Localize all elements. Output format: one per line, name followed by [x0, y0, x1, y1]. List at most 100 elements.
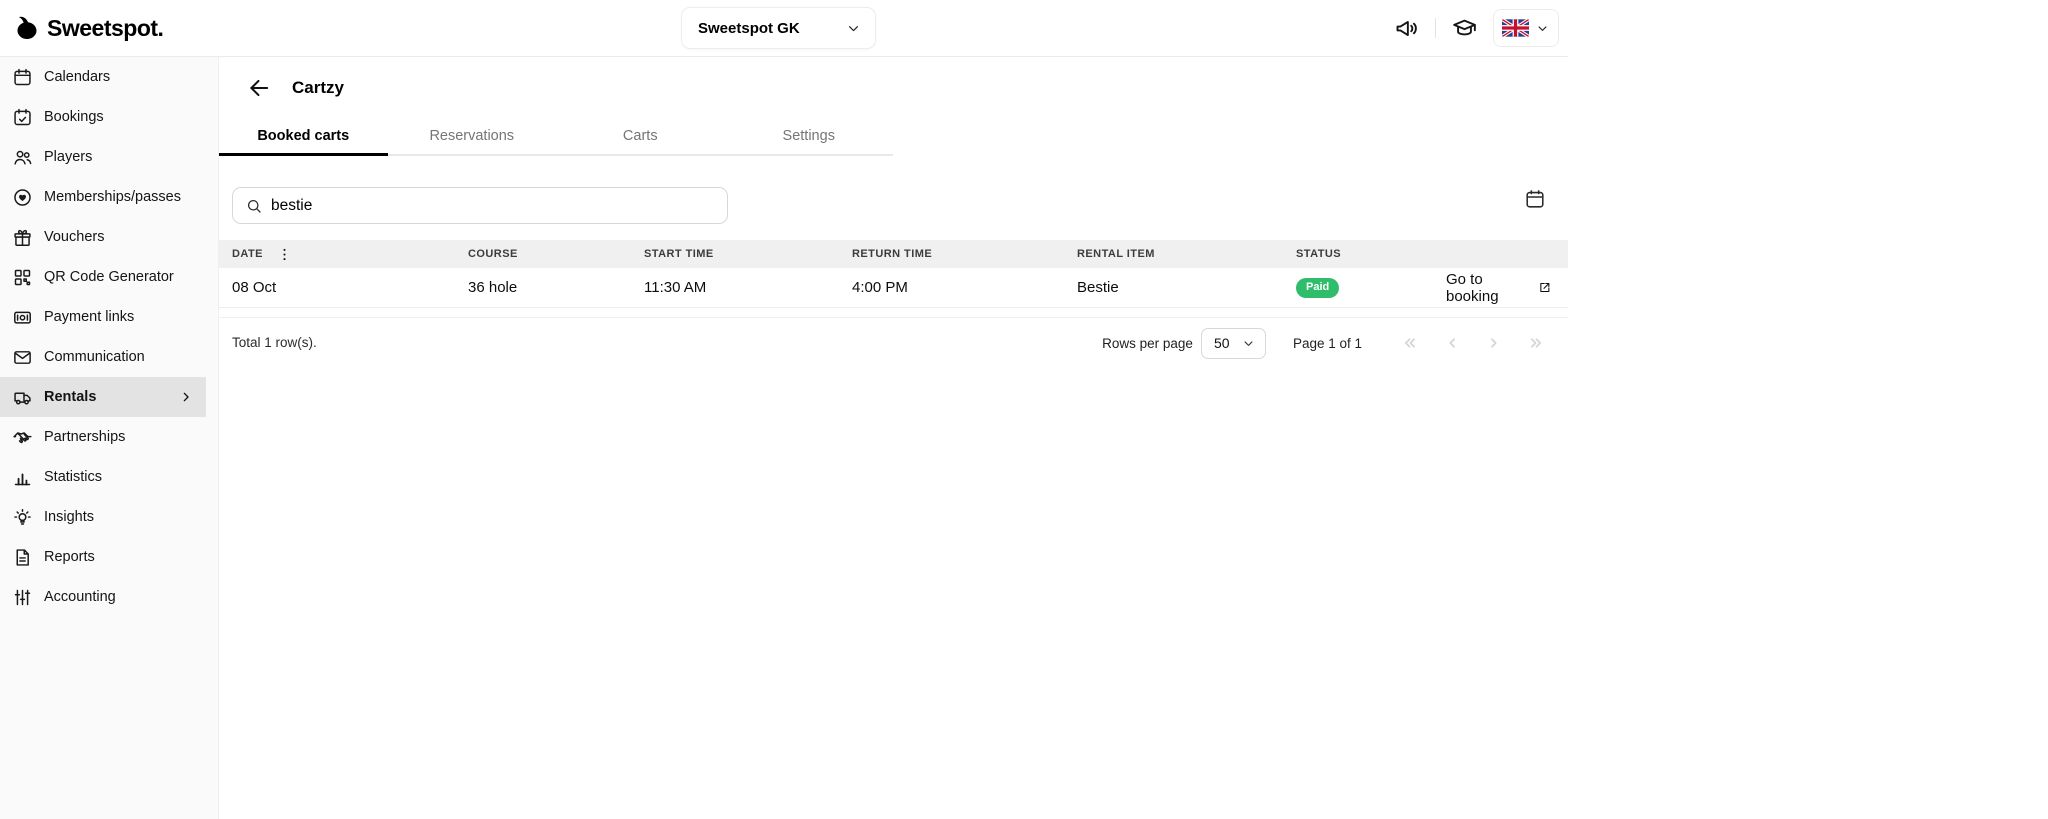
- sidebar-item-label: Calendars: [44, 69, 110, 85]
- learning-graduation-cap-icon[interactable]: [1451, 15, 1478, 42]
- go-to-booking-label: Go to booking: [1446, 271, 1531, 305]
- announcements-megaphone-icon[interactable]: [1393, 15, 1420, 42]
- gift-icon: [12, 227, 33, 248]
- page-title: Cartzy: [292, 78, 344, 98]
- sidebar-item-rentals[interactable]: Rentals: [0, 377, 206, 417]
- report-icon: [12, 547, 33, 568]
- envelope-icon: [12, 347, 33, 368]
- sidebar-item-players[interactable]: Players: [0, 137, 218, 177]
- column-header-label: COURSE: [468, 248, 518, 260]
- app-window: Sweetspot. Sweetspot GK Calendars Booking…: [0, 0, 1568, 819]
- payment-icon: [12, 307, 33, 328]
- first-page-button[interactable]: [1400, 333, 1420, 353]
- topbar: Sweetspot. Sweetspot GK: [0, 0, 1568, 57]
- column-header-rental-item: RENTAL ITEM: [1077, 248, 1296, 260]
- qr-code-icon: [12, 267, 33, 288]
- column-header-date: DATE: [232, 246, 468, 263]
- sweetspot-logo-icon: [12, 13, 42, 43]
- column-header-return-time: RETURN TIME: [852, 248, 1077, 260]
- cell-return-time: 4:00 PM: [852, 279, 1077, 296]
- tab-reservations[interactable]: Reservations: [388, 118, 557, 154]
- chevron-down-icon: [1241, 336, 1256, 351]
- sidebar-item-label: Accounting: [44, 589, 116, 605]
- handshake-icon: [12, 427, 33, 448]
- booked-carts-table: DATECOURSE START TIME RETURN TIME RENTAL IT…: [219, 240, 1568, 318]
- sidebar-item-partnerships[interactable]: Partnerships: [0, 417, 218, 457]
- pager-buttons: [1400, 333, 1546, 353]
- sidebar-item-label: QR Code Generator: [44, 269, 174, 285]
- sidebar-item-label: Partnerships: [44, 429, 125, 445]
- search-input[interactable]: [271, 197, 715, 215]
- uk-flag-icon: [1502, 19, 1529, 37]
- sidebar-item-reports[interactable]: Reports: [0, 537, 218, 577]
- sweetspot-brand[interactable]: Sweetspot.: [12, 0, 163, 56]
- sidebar-item-label: Payment links: [44, 309, 134, 325]
- rows-per-page-value: 50: [1214, 335, 1230, 351]
- table-body: 08 Oct36 hole11:30 AM4:00 PMBestiePaidGo…: [219, 268, 1568, 308]
- sidebar-nav: Calendars Bookings Players Memberships/pass…: [0, 57, 219, 819]
- search-icon: [245, 197, 263, 215]
- cell-course: 36 hole: [468, 279, 644, 296]
- sidebar-item-accounting[interactable]: Accounting: [0, 577, 218, 617]
- sidebar-item-vouchers[interactable]: Vouchers: [0, 217, 218, 257]
- language-selector[interactable]: [1493, 9, 1559, 47]
- membership-icon: [12, 187, 33, 208]
- rows-per-page-label: Rows per page: [1102, 336, 1193, 351]
- total-rows-text: Total 1 row(s).: [232, 335, 317, 350]
- calendar-view-toggle-icon[interactable]: [1524, 188, 1546, 210]
- bar-chart-icon: [12, 467, 33, 488]
- cell-status: Paid: [1296, 277, 1446, 298]
- rows-per-page-select[interactable]: 50: [1201, 328, 1266, 359]
- sidebar-item-label: Vouchers: [44, 229, 104, 245]
- go-to-booking-link[interactable]: Go to booking: [1446, 271, 1552, 305]
- sidebar-item-label: Memberships/passes: [44, 189, 181, 205]
- cell-start-time: 11:30 AM: [644, 279, 852, 296]
- tab-carts[interactable]: Carts: [556, 118, 725, 154]
- search-box: [232, 187, 728, 224]
- lightbulb-icon: [12, 507, 33, 528]
- sidebar-item-qr-code-generator[interactable]: QR Code Generator: [0, 257, 218, 297]
- column-header-label: RETURN TIME: [852, 248, 932, 260]
- next-page-button[interactable]: [1484, 333, 1504, 353]
- table-footer: Total 1 row(s). Rows per page 50 Page 1 …: [219, 325, 1568, 361]
- tab-label: Settings: [783, 128, 835, 144]
- cell-rental-item: Bestie: [1077, 279, 1296, 296]
- calendar-icon: [12, 67, 33, 88]
- page-info-text: Page 1 of 1: [1293, 336, 1362, 351]
- club-selector-dropdown[interactable]: Sweetspot GK: [681, 7, 876, 49]
- sidebar-item-label: Players: [44, 149, 92, 165]
- tab-label: Booked carts: [257, 128, 349, 144]
- topbar-divider: [1435, 18, 1436, 38]
- back-arrow-button[interactable]: [246, 75, 272, 101]
- sidebar-item-payment-links[interactable]: Payment links: [0, 297, 218, 337]
- sidebar-item-insights[interactable]: Insights: [0, 497, 218, 537]
- users-icon: [12, 147, 33, 168]
- calendar-check-icon: [12, 107, 33, 128]
- tab-booked-carts[interactable]: Booked carts: [219, 118, 388, 154]
- sidebar-item-statistics[interactable]: Statistics: [0, 457, 218, 497]
- previous-page-button[interactable]: [1442, 333, 1462, 353]
- tabs: Booked carts ReservationsCarts Settings: [219, 118, 893, 156]
- last-page-button[interactable]: [1526, 333, 1546, 353]
- club-selector-value: Sweetspot GK: [698, 20, 800, 37]
- cell-action: Go to booking: [1446, 271, 1552, 305]
- column-header-start-time: START TIME: [644, 248, 852, 260]
- cell-date: 08 Oct: [232, 279, 468, 296]
- sidebar-item-calendars[interactable]: Calendars: [0, 57, 218, 97]
- sidebar-item-label: Statistics: [44, 469, 102, 485]
- column-header-course: COURSE: [468, 248, 644, 260]
- column-menu-kebab-icon[interactable]: [276, 246, 293, 263]
- sidebar-item-bookings[interactable]: Bookings: [0, 97, 218, 137]
- column-header-label: STATUS: [1296, 248, 1341, 260]
- column-header-label: START TIME: [644, 248, 714, 260]
- chevron-down-icon: [1535, 21, 1550, 36]
- chevron-right-icon: [178, 389, 194, 405]
- sliders-icon: [12, 587, 33, 608]
- table-header: DATECOURSE START TIME RETURN TIME RENTAL IT…: [219, 240, 1568, 268]
- sidebar-item-label: Bookings: [44, 109, 104, 125]
- tab-settings[interactable]: Settings: [725, 118, 894, 154]
- brand-name: Sweetspot.: [47, 15, 163, 42]
- rental-cart-icon: [12, 387, 33, 408]
- sidebar-item-communication[interactable]: Communication: [0, 337, 218, 377]
- sidebar-item-memberships-passes[interactable]: Memberships/passes: [0, 177, 218, 217]
